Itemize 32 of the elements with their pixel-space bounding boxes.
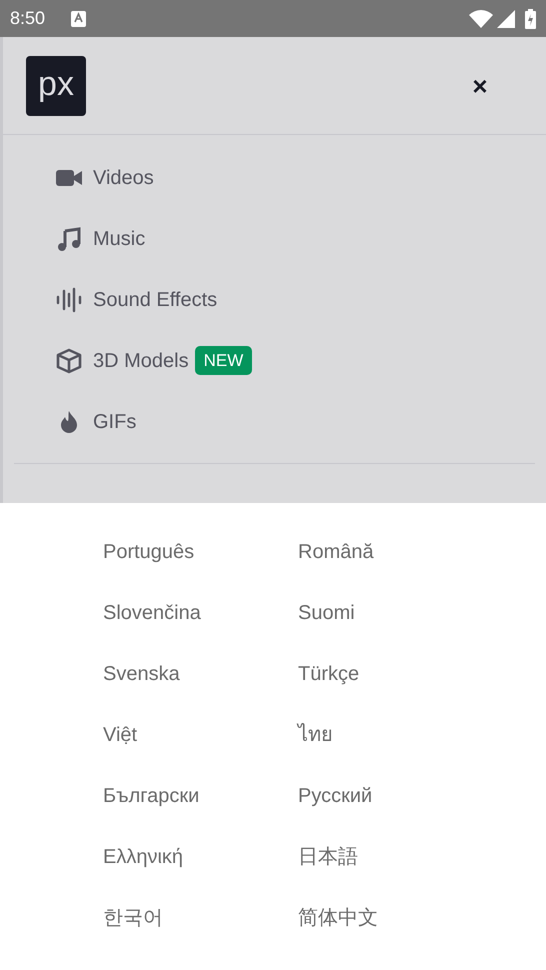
language-option[interactable]: Português <box>103 541 194 563</box>
battery-icon <box>525 8 536 28</box>
px-logo[interactable]: px <box>26 56 86 116</box>
language-option[interactable]: Suomi <box>298 602 355 624</box>
language-option[interactable]: 简体中文 <box>298 907 378 929</box>
menu-item[interactable]: Music <box>93 224 146 254</box>
close-button[interactable]: × <box>466 72 494 100</box>
status-time: 8:50 <box>10 7 46 30</box>
language-option[interactable]: ไทย <box>298 724 333 746</box>
sound-wave-icon <box>56 286 82 312</box>
language-option[interactable]: Български <box>103 785 200 807</box>
language-option[interactable]: 日本語 <box>298 846 358 868</box>
menu-item[interactable]: 3D Models <box>93 346 189 376</box>
menu-item[interactable]: Sound Effects <box>93 284 218 314</box>
keyboard-notification-icon <box>71 10 86 26</box>
new-badge: NEW <box>194 346 252 376</box>
language-option[interactable]: Română <box>298 541 374 563</box>
language-option[interactable]: 한국어 <box>103 907 163 929</box>
language-option[interactable]: Ελληνική <box>103 846 184 868</box>
music-note-icon <box>57 226 81 250</box>
language-option[interactable]: Slovenčina <box>103 602 201 624</box>
language-option[interactable]: Türkçe <box>298 663 360 685</box>
video-camera-icon <box>56 168 82 186</box>
language-option[interactable]: Svenska <box>103 663 180 685</box>
cube-icon <box>56 348 82 374</box>
wifi-icon <box>469 10 493 28</box>
flame-icon <box>59 410 79 434</box>
language-option[interactable]: Русский <box>298 785 372 807</box>
menu-item[interactable]: Videos <box>93 162 154 192</box>
signal-icon <box>497 10 515 28</box>
menu-item[interactable]: GIFs <box>93 406 136 436</box>
language-option[interactable]: Việt <box>103 724 138 746</box>
